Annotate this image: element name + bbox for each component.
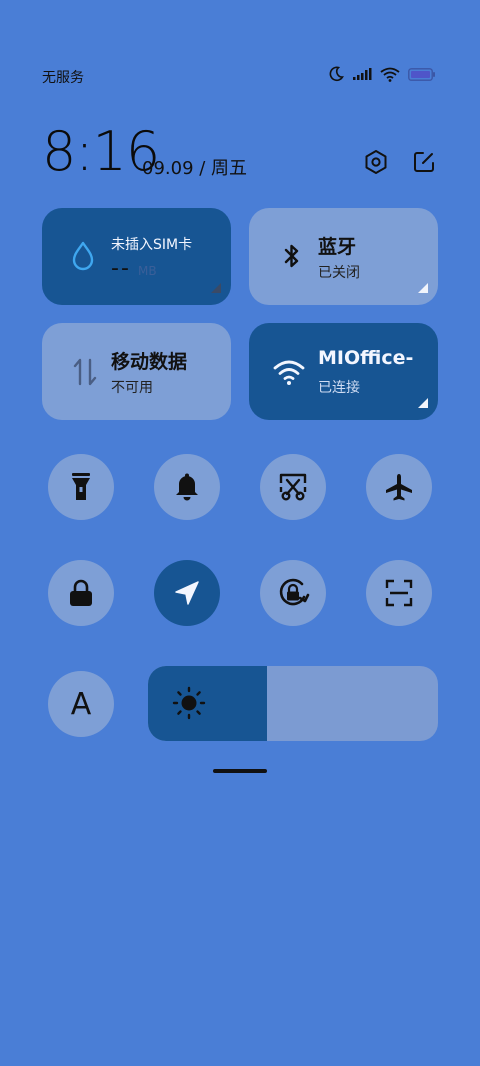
- bluetooth-status: 已关闭: [318, 265, 360, 281]
- wifi-network-name: MIOffice-: [318, 347, 414, 369]
- mobile-data-tile[interactable]: 移动数据 不可用: [42, 323, 231, 420]
- rotation-lock-icon: [279, 578, 310, 606]
- status-icons: [328, 66, 436, 82]
- rotation-lock-toggle[interactable]: [260, 560, 326, 626]
- airplane-mode-toggle[interactable]: [366, 454, 432, 520]
- lock-icon: [70, 579, 92, 606]
- settings-button[interactable]: [362, 148, 390, 176]
- bell-icon: [176, 473, 198, 501]
- edit-button[interactable]: [410, 148, 438, 176]
- location-toggle[interactable]: [154, 560, 220, 626]
- data-usage-tile[interactable]: 未插入SIM卡 -- MB: [42, 208, 231, 305]
- edit-icon: [414, 152, 434, 172]
- status-bar: 无服务: [0, 0, 480, 110]
- settings-icon: [365, 150, 387, 174]
- mobile-data-status: 不可用: [111, 380, 153, 396]
- wifi-status: 已连接: [318, 380, 360, 396]
- moon-icon: [329, 66, 344, 82]
- brightness-fill: [148, 666, 267, 741]
- bluetooth-title: 蓝牙: [318, 236, 357, 258]
- location-icon: [175, 581, 199, 605]
- mobile-data-icon: [73, 358, 97, 386]
- carrier-label: 无服务: [42, 70, 84, 86]
- clock-date: 09.09 / 周五: [142, 158, 248, 179]
- lock-screen-toggle[interactable]: [48, 560, 114, 626]
- wifi-tile[interactable]: MIOffice- 已连接: [249, 323, 438, 420]
- screenshot-toggle[interactable]: [260, 454, 326, 520]
- scan-icon: [385, 579, 413, 607]
- font-size-toggle[interactable]: A: [48, 671, 114, 737]
- scan-toggle[interactable]: [366, 560, 432, 626]
- corner-indicator-icon: [418, 283, 428, 293]
- airplane-icon: [386, 474, 412, 501]
- notification-toggle[interactable]: [154, 454, 220, 520]
- bluetooth-icon: [284, 244, 299, 268]
- droplet-icon: [72, 241, 94, 271]
- data-usage-unit: MB: [138, 264, 157, 278]
- clock-actions: [362, 148, 438, 176]
- brightness-slider[interactable]: [148, 666, 438, 741]
- flashlight-icon: [72, 473, 90, 500]
- corner-indicator-icon: [211, 283, 221, 293]
- wifi-icon: [380, 67, 400, 82]
- bluetooth-tile[interactable]: 蓝牙 已关闭: [249, 208, 438, 305]
- wifi-icon: [273, 360, 305, 385]
- font-size-label: A: [70, 686, 92, 722]
- drag-handle[interactable]: [213, 769, 267, 773]
- flashlight-toggle[interactable]: [48, 454, 114, 520]
- signal-icon: [353, 68, 372, 80]
- screenshot-icon: [279, 473, 307, 501]
- data-usage-title: 未插入SIM卡: [111, 237, 193, 253]
- mobile-data-title: 移动数据: [111, 351, 188, 373]
- clock-row: 8:16 09.09 / 周五: [42, 120, 438, 190]
- battery-icon: [408, 67, 435, 81]
- data-usage-value: --: [111, 256, 131, 281]
- sun-icon: [172, 686, 206, 720]
- corner-indicator-icon: [418, 398, 428, 408]
